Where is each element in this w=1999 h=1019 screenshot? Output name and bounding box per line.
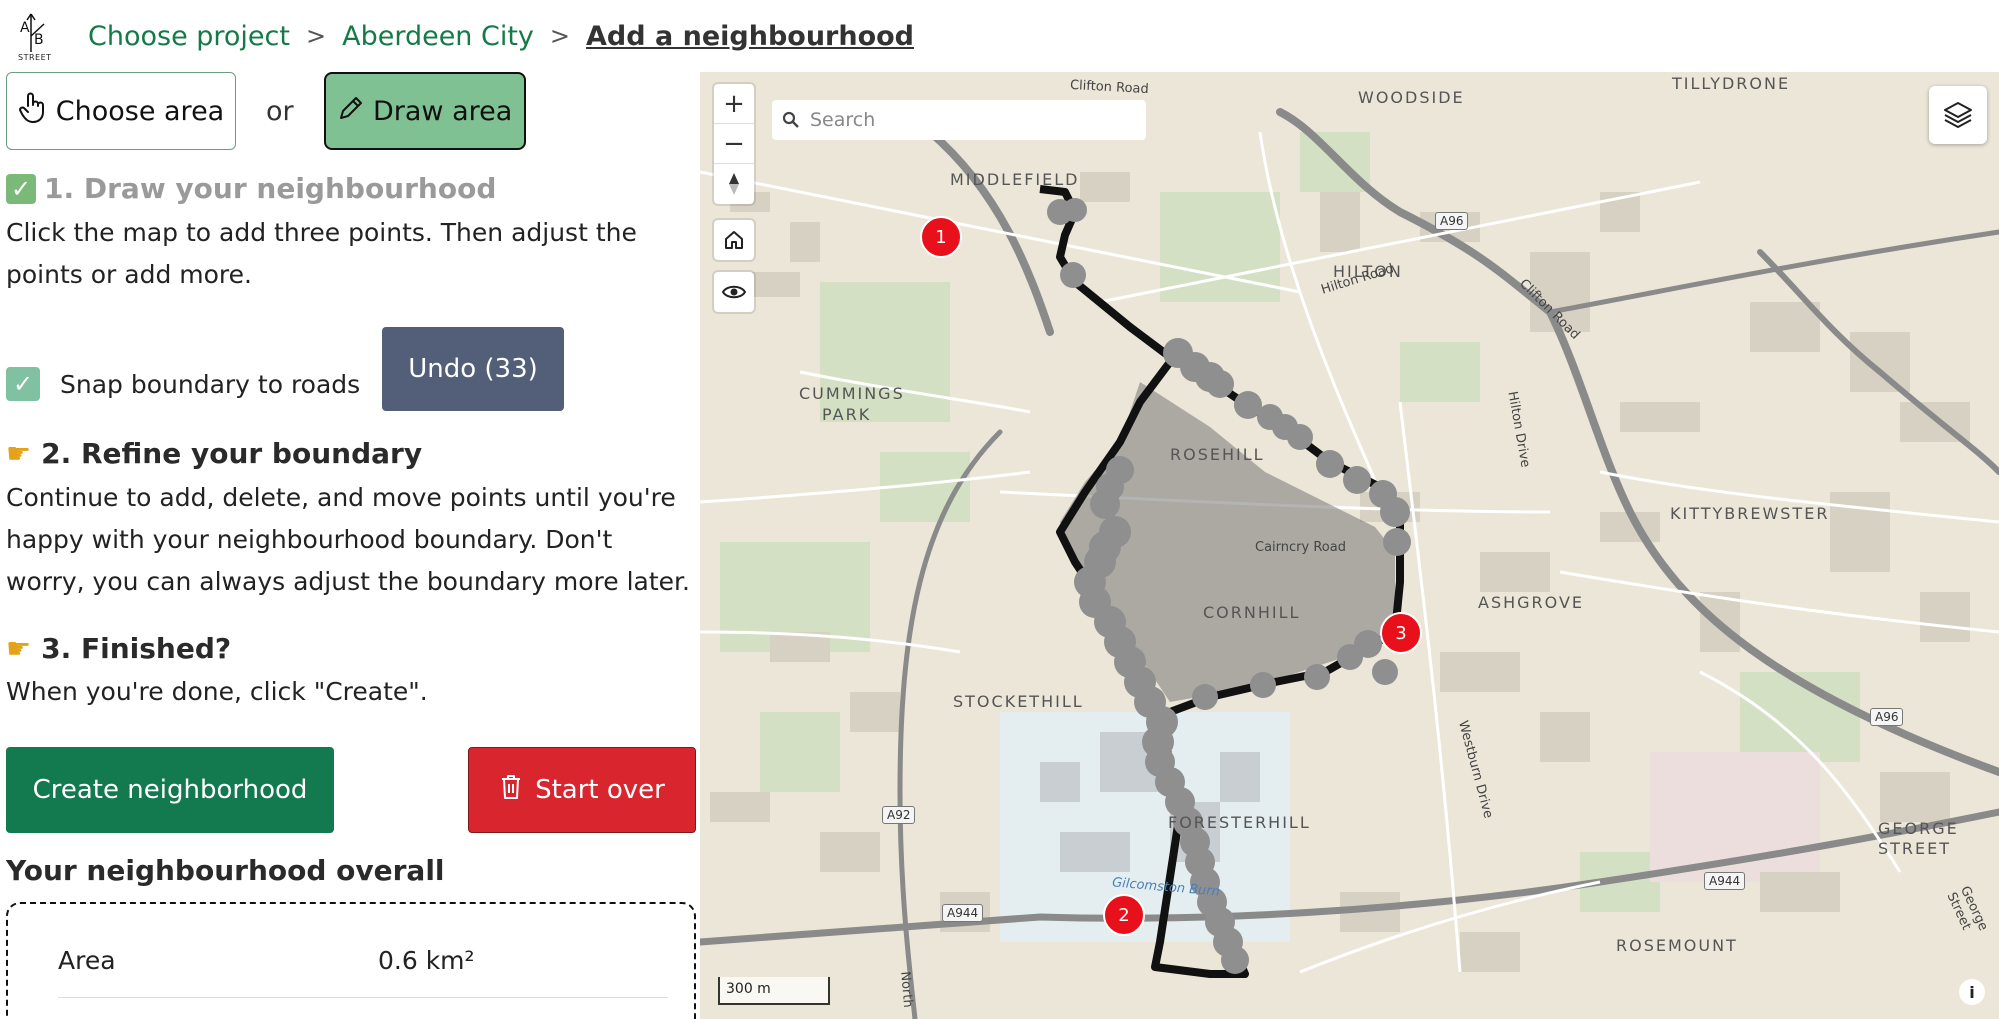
marker-number: 2 xyxy=(1118,904,1130,926)
area-label: Area xyxy=(58,946,116,975)
sidebar: Choose area or Draw area ✓ 1. Draw your … xyxy=(0,72,700,1019)
layers-button[interactable] xyxy=(1929,86,1987,144)
attribution-info-icon[interactable]: i xyxy=(1959,979,1985,1005)
home-icon xyxy=(725,231,743,249)
mode-selector: Choose area or Draw area xyxy=(6,72,526,150)
compass-icon xyxy=(729,173,739,195)
route-marker-2[interactable]: 2 xyxy=(1103,894,1145,936)
snap-checkbox[interactable]: ✓ xyxy=(6,367,40,401)
place-label: WOODSIDE xyxy=(1358,88,1465,107)
step2-title: 2. Refine your boundary xyxy=(41,437,423,470)
create-neighborhood-button[interactable]: Create neighborhood xyxy=(6,747,334,833)
snap-label: Snap boundary to roads xyxy=(60,369,361,399)
trash-icon xyxy=(499,773,523,808)
step3-heading: ☛ 3. Finished? xyxy=(6,632,231,665)
marker-number: 3 xyxy=(1395,622,1407,644)
route-marker-1[interactable]: 1 xyxy=(920,216,962,258)
road-shield: A96 xyxy=(1870,708,1904,726)
pointing-hand-icon: ☛ xyxy=(6,632,32,665)
a-b-street-logo[interactable]: A B STREET xyxy=(14,6,62,66)
check-mark-icon: ✓ xyxy=(6,173,36,204)
road-label: North xyxy=(897,970,916,1009)
layers-icon xyxy=(1944,102,1972,128)
app-header: A B STREET Choose project > Aberdeen Cit… xyxy=(0,0,1999,72)
home-button[interactable] xyxy=(714,220,754,260)
overall-heading: Your neighbourhood overall xyxy=(6,854,445,887)
place-label: CORNHILL xyxy=(1203,603,1301,622)
svg-text:A: A xyxy=(20,20,30,36)
zoom-in-button[interactable]: + xyxy=(714,84,754,124)
map-view[interactable]: WOODSIDE TILLYDRONE MIDDLEFIELD HILTON C… xyxy=(700,72,1999,1019)
choose-area-button[interactable]: Choose area xyxy=(6,72,236,150)
road-shield: A944 xyxy=(942,904,984,922)
road-shield: A96 xyxy=(1435,212,1469,230)
or-label: or xyxy=(266,95,294,127)
step1-description: Click the map to add three points. Then … xyxy=(6,218,637,289)
eye-icon xyxy=(722,285,746,299)
road-shield: A92 xyxy=(882,806,916,824)
step3-title: 3. Finished? xyxy=(41,632,232,665)
pointing-hand-icon: ☛ xyxy=(6,437,32,470)
place-label: KITTYBREWSTER xyxy=(1670,504,1830,523)
road-label: Cairncry Road xyxy=(1255,540,1346,555)
search-icon xyxy=(782,111,799,128)
zoom-out-button[interactable]: − xyxy=(714,124,754,164)
map-search-box[interactable]: Search xyxy=(772,100,1146,140)
step2-description: Continue to add, delete, and move points… xyxy=(6,483,690,596)
zoom-controls: + − xyxy=(714,84,754,204)
stats-row-area: Area 0.6 km² xyxy=(58,924,668,998)
start-over-label: Start over xyxy=(535,775,665,805)
undo-button[interactable]: Undo (33) xyxy=(382,327,564,411)
draw-area-button[interactable]: Draw area xyxy=(323,72,526,150)
place-label: FORESTERHILL xyxy=(1168,813,1311,832)
page-title: Add a neighbourhood xyxy=(586,20,914,52)
place-label: ROSEMOUNT xyxy=(1616,936,1738,955)
scale-bar: 300 m xyxy=(718,977,830,1005)
logo-text: STREET xyxy=(18,53,52,62)
draw-area-label: Draw area xyxy=(372,95,513,127)
place-label: ROSEHILL xyxy=(1170,445,1265,464)
place-label: MIDDLEFIELD xyxy=(950,170,1080,189)
crumb-separator: > xyxy=(549,22,571,50)
step1-title: 1. Draw your neighbourhood xyxy=(44,172,497,205)
pointer-hand-icon xyxy=(18,92,48,131)
place-label: PARK xyxy=(822,405,872,424)
map-canvas[interactable] xyxy=(700,72,1999,1019)
place-label: GEORGE xyxy=(1878,819,1959,838)
road-shield: A944 xyxy=(1704,872,1746,890)
place-label: TILLYDRONE xyxy=(1672,74,1791,93)
breadcrumb: Choose project > Aberdeen City > Add a n… xyxy=(88,21,914,52)
crumb-choose-project[interactable]: Choose project xyxy=(88,21,290,52)
step2-heading: ☛ 2. Refine your boundary xyxy=(6,437,422,470)
start-over-button[interactable]: Start over xyxy=(468,747,696,833)
place-label: ASHGROVE xyxy=(1478,593,1585,612)
step3-description: When you're done, click "Create". xyxy=(6,677,428,706)
search-placeholder: Search xyxy=(810,109,876,131)
compass-button[interactable] xyxy=(714,164,754,204)
svg-text:B: B xyxy=(34,32,44,48)
overall-stats-box: Area 0.6 km² xyxy=(6,902,696,1019)
crumb-aberdeen-city[interactable]: Aberdeen City xyxy=(342,21,534,52)
step1-heading: ✓ 1. Draw your neighbourhood xyxy=(6,172,496,205)
route-marker-3[interactable]: 3 xyxy=(1380,612,1422,654)
pencil-icon xyxy=(337,94,365,129)
visibility-button[interactable] xyxy=(714,272,754,312)
place-label: CUMMINGS xyxy=(799,384,905,403)
place-label: STREET xyxy=(1878,839,1952,858)
crumb-separator: > xyxy=(305,22,327,50)
area-value: 0.6 km² xyxy=(378,946,475,975)
marker-number: 1 xyxy=(935,226,947,248)
snap-boundary-row[interactable]: ✓ Snap boundary to roads xyxy=(6,367,360,401)
choose-area-label: Choose area xyxy=(55,95,225,127)
place-label: STOCKETHILL xyxy=(953,692,1084,711)
